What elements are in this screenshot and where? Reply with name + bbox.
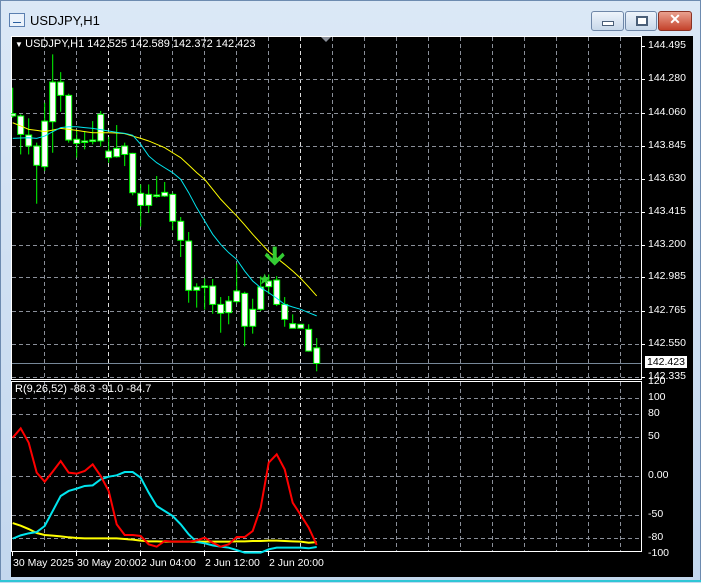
indicator-axis-label: 0.00 — [648, 469, 669, 481]
window-bottom-edge — [0, 580, 701, 582]
candle-body — [41, 120, 49, 168]
candle-body — [73, 138, 81, 144]
maximize-button[interactable] — [625, 11, 657, 31]
price-chart[interactable]: ▼ USDJPY,H1 142.525 142.589 142.372 142.… — [11, 36, 693, 577]
candle-body — [57, 81, 65, 96]
candle-body — [33, 145, 41, 166]
time-axis-label: 2 Jun 20:00 — [269, 557, 324, 569]
indicator-axis-label: -100 — [648, 547, 670, 559]
price-axis-label: 144.495 — [648, 39, 686, 52]
time-axis-label: 30 May 2025 — [13, 557, 74, 569]
candle-body — [313, 347, 321, 364]
moving-average-fast-line — [12, 126, 317, 317]
window-title: USDJPY,H1 — [30, 13, 100, 28]
candle-body — [113, 147, 121, 158]
indicator-slow-line — [12, 522, 317, 544]
candle-body — [89, 139, 97, 143]
price-axis-label: 142.765 — [648, 304, 686, 317]
price-axis-label: 143.200 — [648, 237, 686, 250]
candle-body — [137, 192, 145, 206]
price-axis-label: 142.985 — [648, 270, 686, 283]
minimize-icon — [602, 21, 614, 26]
price-axis-label: 144.280 — [648, 72, 686, 85]
time-axis-label: 2 Jun 04:00 — [141, 557, 196, 569]
indicator-pane-border — [11, 381, 642, 552]
moving-average-slow-line — [12, 122, 318, 297]
candle-body — [169, 193, 177, 222]
candle-body — [177, 220, 185, 241]
candle-body — [209, 285, 217, 305]
price-axis-label: 143.630 — [648, 171, 686, 184]
candle-body — [217, 303, 225, 314]
title-bar[interactable]: USDJPY,H1 ✕ — [1, 1, 700, 35]
candle-body — [257, 286, 265, 310]
candle-body — [281, 303, 289, 320]
candle-body — [249, 308, 257, 327]
sell-arrow-icon — [264, 246, 285, 266]
time-axis-label: 30 May 20:00 — [77, 557, 141, 569]
chart-window-icon — [9, 13, 25, 27]
close-button[interactable]: ✕ — [658, 11, 692, 31]
candle-body — [201, 285, 209, 289]
candle-body — [25, 134, 33, 147]
chart-canvas — [11, 36, 645, 556]
candle-body — [145, 193, 153, 206]
price-axis-label: 143.845 — [648, 138, 686, 151]
candle-body — [105, 150, 113, 159]
candle-body — [65, 94, 73, 141]
indicator-header: R(9,26,52) -88.3 -91.0 -84.7 — [15, 383, 152, 395]
chart-shift-marker-icon — [321, 37, 331, 42]
time-axis-label: 2 Jun 12:00 — [205, 557, 260, 569]
price-axis-label: 144.060 — [648, 105, 686, 118]
chart-window: USDJPY,H1 ✕ ▼ USDJPY,H1 142.525 142.589 … — [0, 0, 701, 581]
candle-body — [81, 140, 89, 143]
chart-header[interactable]: ▼ USDJPY,H1 142.525 142.589 142.372 142.… — [15, 38, 256, 50]
candle-body — [185, 240, 193, 291]
indicator-axis-label: 100 — [648, 391, 666, 403]
collapse-triangle-icon[interactable]: ▼ — [15, 40, 25, 49]
price-pane-border — [11, 36, 642, 380]
candle-body — [153, 194, 161, 197]
indicator-axis-label: -50 — [648, 508, 664, 520]
candle-body — [129, 152, 137, 194]
chart-ohlc-text: USDJPY,H1 142.525 142.589 142.372 142.42… — [25, 38, 256, 50]
indicator-fast-line — [11, 426, 318, 548]
candle-body — [305, 328, 313, 352]
candle-body — [233, 290, 241, 303]
indicator-axis-label: 80 — [648, 406, 660, 419]
maximize-icon — [636, 16, 648, 26]
candle-body — [289, 323, 297, 329]
price-axis-label: 143.415 — [648, 204, 686, 217]
current-price-label: 142.423 — [645, 356, 687, 369]
candle-body — [121, 145, 129, 155]
candle-body — [241, 292, 249, 327]
candle-body — [297, 323, 305, 329]
indicator-axis-label: 120 — [648, 375, 666, 388]
close-icon: ✕ — [669, 11, 681, 27]
candle-body — [97, 113, 105, 142]
indicator-axis-label: 50 — [648, 430, 660, 442]
candle-body — [193, 286, 201, 291]
candle-body — [161, 191, 169, 197]
candle-body — [225, 300, 233, 314]
candle-body — [273, 279, 281, 305]
indicator-axis-label: -80 — [648, 531, 664, 544]
price-axis-label: 142.550 — [648, 337, 686, 350]
candle-body — [11, 113, 17, 117]
minimize-button[interactable] — [591, 11, 624, 31]
candle-body — [49, 81, 57, 123]
